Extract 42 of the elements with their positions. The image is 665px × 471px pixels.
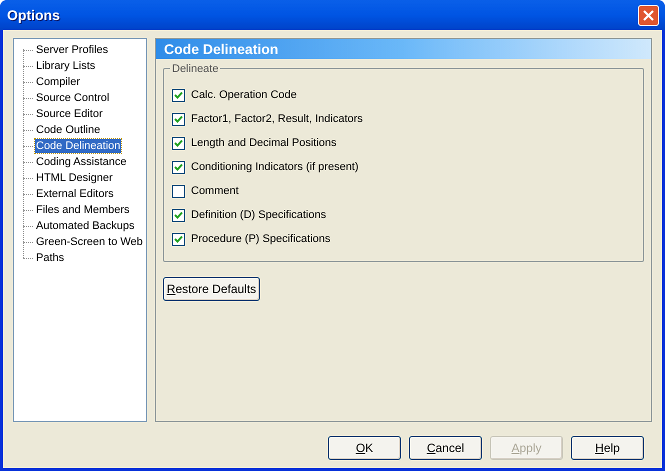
panel-title: Code Delineation [164, 40, 278, 58]
check-icon [174, 114, 183, 124]
checkbox[interactable] [172, 232, 185, 246]
window-title: Options [7, 6, 60, 25]
tree-item[interactable]: Library Lists [35, 59, 96, 73]
dialog-button[interactable]: OK [328, 436, 401, 460]
checkbox[interactable] [172, 160, 185, 174]
tree-item[interactable]: Paths [35, 251, 66, 265]
check-icon [174, 234, 183, 244]
check-icon [174, 162, 183, 172]
checkbox[interactable] [172, 112, 185, 126]
tree-item[interactable]: Source Editor [35, 107, 104, 121]
tree-item[interactable]: Coding Assistance [35, 155, 128, 169]
checkbox[interactable] [172, 88, 185, 102]
tree-item[interactable]: HTML Designer [35, 171, 114, 185]
check-icon [174, 90, 183, 100]
dialog-button[interactable]: Cancel [409, 436, 482, 460]
tree-item[interactable]: Compiler [35, 75, 82, 89]
close-icon [643, 10, 654, 20]
tree-item[interactable]: Server Profiles [35, 43, 110, 57]
tree-item[interactable]: Files and Members [35, 203, 131, 217]
restore-defaults-button[interactable]: Restore Defaults [163, 277, 260, 301]
tree-item[interactable]: Source Control [35, 91, 110, 105]
checkbox-label: Definition (D) Specifications [191, 208, 326, 223]
tree-item[interactable]: Automated Backups [35, 219, 136, 233]
checkbox-label: Procedure (P) Specifications [191, 232, 330, 247]
tree-item[interactable]: Green-Screen to Web [35, 235, 144, 249]
checkbox-label: Calc. Operation Code [191, 88, 297, 103]
checkbox-label: Conditioning Indicators (if present) [191, 160, 359, 175]
tree-item[interactable]: Code Delineation [35, 139, 122, 153]
checkbox-label: Length and Decimal Positions [191, 136, 337, 151]
check-icon [174, 210, 183, 220]
checkbox-label: Comment [191, 184, 239, 199]
checkbox[interactable] [172, 136, 185, 150]
check-icon [174, 138, 183, 148]
close-button[interactable] [638, 4, 659, 26]
dialog-button[interactable]: Help [571, 436, 644, 460]
checkbox[interactable] [172, 184, 185, 198]
tree-item[interactable]: Code Outline [35, 123, 102, 137]
checkbox[interactable] [172, 208, 185, 222]
checkbox-label: Factor1, Factor2, Result, Indicators [191, 112, 363, 127]
tree-item[interactable]: External Editors [35, 187, 115, 201]
